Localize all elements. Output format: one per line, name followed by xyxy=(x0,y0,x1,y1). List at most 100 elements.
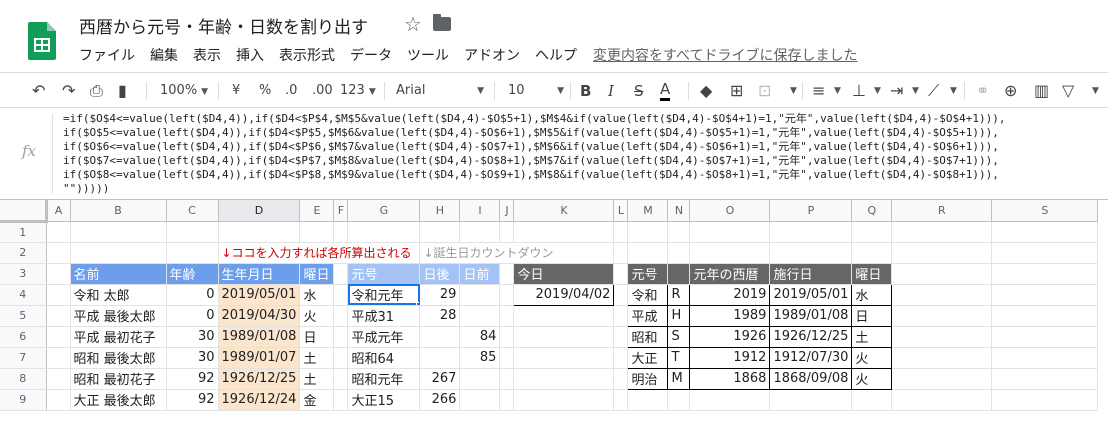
chevron-down-icon[interactable]: ▼ xyxy=(912,81,919,101)
cell-era[interactable]: 平成元年 xyxy=(347,326,421,348)
cell[interactable] xyxy=(613,284,629,306)
header-age[interactable]: 年齢 xyxy=(166,263,219,285)
cell[interactable] xyxy=(46,368,71,390)
menu-insert[interactable]: 挿入 xyxy=(236,45,264,65)
cell-era-weekday[interactable]: 日 xyxy=(851,304,893,327)
cell-age[interactable]: 92 xyxy=(166,389,219,411)
cell-days-before[interactable] xyxy=(459,389,501,411)
menu-tools[interactable]: ツール xyxy=(407,45,449,65)
cell[interactable] xyxy=(991,263,1099,285)
cell[interactable] xyxy=(333,305,349,327)
cell-era-weekday[interactable]: 火 xyxy=(851,346,893,369)
cell-days-before[interactable]: 84 xyxy=(459,326,501,348)
chevron-down-icon[interactable]: ▼ xyxy=(874,81,881,101)
header-weekday[interactable]: 曜日 xyxy=(299,263,335,285)
cell[interactable] xyxy=(70,221,167,243)
cell-name[interactable]: 大正 最後太郎 xyxy=(70,389,167,411)
cell[interactable] xyxy=(218,221,301,243)
cell[interactable] xyxy=(891,221,993,243)
column-header[interactable]: O xyxy=(689,200,771,222)
menu-addons[interactable]: アドオン xyxy=(464,45,520,65)
text-rotate-icon[interactable]: ⟋ xyxy=(928,81,939,101)
column-header[interactable]: P xyxy=(769,200,853,222)
column-header[interactable]: J xyxy=(499,200,515,222)
star-icon[interactable]: ☆ xyxy=(404,12,422,36)
cell-days-before[interactable] xyxy=(459,305,501,327)
cell[interactable] xyxy=(613,242,629,264)
cell-first-year[interactable]: 1989 xyxy=(689,304,771,327)
text-color-button[interactable]: A xyxy=(660,81,671,101)
header-era-letter[interactable] xyxy=(667,263,691,285)
cell-name[interactable]: 令和 太郎 xyxy=(70,284,167,306)
cell-weekday[interactable]: 水 xyxy=(299,284,335,306)
cell[interactable] xyxy=(851,242,893,264)
cell-first-year[interactable]: 1912 xyxy=(689,346,771,369)
select-all-corner[interactable] xyxy=(0,200,48,223)
row-header[interactable]: 6 xyxy=(0,326,47,348)
cell-days-before[interactable] xyxy=(459,284,501,306)
cell-birthdate[interactable]: 2019/04/30 xyxy=(218,305,301,327)
cell[interactable] xyxy=(991,242,1099,264)
row-header[interactable]: 1 xyxy=(0,221,47,243)
row-header[interactable]: 5 xyxy=(0,305,47,327)
percent-button[interactable]: % xyxy=(259,81,271,101)
column-header[interactable]: L xyxy=(613,200,629,222)
cell[interactable] xyxy=(347,221,421,243)
cell[interactable] xyxy=(333,326,349,348)
cell[interactable] xyxy=(419,221,461,243)
cell[interactable] xyxy=(166,221,219,243)
column-header[interactable]: S xyxy=(991,200,1099,222)
menu-edit[interactable]: 編集 xyxy=(150,45,178,65)
cell-start-date[interactable]: 1926/12/25 xyxy=(769,325,853,348)
cell-age[interactable]: 30 xyxy=(166,326,219,348)
cell[interactable] xyxy=(499,284,515,306)
cell[interactable] xyxy=(991,305,1099,327)
cell[interactable] xyxy=(333,284,349,306)
header-today[interactable]: 今日 xyxy=(513,263,615,285)
cell-era-weekday[interactable]: 土 xyxy=(851,325,893,348)
cell[interactable] xyxy=(46,263,71,285)
cell[interactable] xyxy=(689,242,771,264)
currency-button[interactable]: ¥ xyxy=(232,81,240,101)
column-header[interactable]: I xyxy=(459,200,501,222)
cell[interactable] xyxy=(46,389,71,411)
cell-era[interactable]: 平成31 xyxy=(347,305,421,327)
cell-era[interactable]: 大正15 xyxy=(347,389,421,411)
cell[interactable] xyxy=(613,305,629,327)
font-size-select[interactable]: 10 ▼ xyxy=(508,81,566,101)
cell-era-name[interactable]: 大正 xyxy=(627,346,669,369)
cell[interactable] xyxy=(891,368,993,390)
cell[interactable] xyxy=(459,221,501,243)
cell-weekday[interactable]: 土 xyxy=(299,347,335,369)
column-header[interactable]: E xyxy=(299,200,335,222)
cell-weekday[interactable]: 土 xyxy=(299,368,335,390)
cell-name[interactable]: 平成 最後太郎 xyxy=(70,305,167,327)
cell-era-letter[interactable]: R xyxy=(667,283,691,306)
cell[interactable] xyxy=(499,368,515,390)
cell[interactable] xyxy=(769,242,853,264)
cell[interactable] xyxy=(70,242,167,264)
cell-weekday[interactable]: 日 xyxy=(299,326,335,348)
cell-start-date[interactable]: 1912/07/30 xyxy=(769,346,853,369)
cell[interactable] xyxy=(46,242,71,264)
cell[interactable] xyxy=(513,368,615,390)
cell[interactable] xyxy=(991,347,1099,369)
cell[interactable] xyxy=(46,347,71,369)
cell[interactable] xyxy=(333,347,349,369)
cell-birthdate[interactable]: 2019/05/01 xyxy=(218,284,301,306)
header-start-date[interactable]: 施行日 xyxy=(769,263,853,285)
column-header[interactable]: H xyxy=(419,200,461,222)
countdown-note[interactable]: ↓誕生日カウントダウン xyxy=(419,242,615,264)
cell[interactable] xyxy=(991,326,1099,348)
header-era[interactable]: 元号 xyxy=(347,263,421,285)
cell-age[interactable]: 30 xyxy=(166,347,219,369)
cell-days-after[interactable]: 29 xyxy=(419,284,461,306)
column-header[interactable]: B xyxy=(70,200,167,222)
cell-era-selected[interactable]: 令和元年 xyxy=(347,284,421,306)
row-header[interactable]: 9 xyxy=(0,389,47,411)
insert-chart-icon[interactable]: ▥ xyxy=(1034,81,1049,101)
header-birthdate[interactable]: 生年月日 xyxy=(218,263,301,285)
cell-name[interactable]: 昭和 最初花子 xyxy=(70,368,167,390)
cell-first-year[interactable]: 1926 xyxy=(689,325,771,348)
cell-name[interactable]: 平成 最初花子 xyxy=(70,326,167,348)
